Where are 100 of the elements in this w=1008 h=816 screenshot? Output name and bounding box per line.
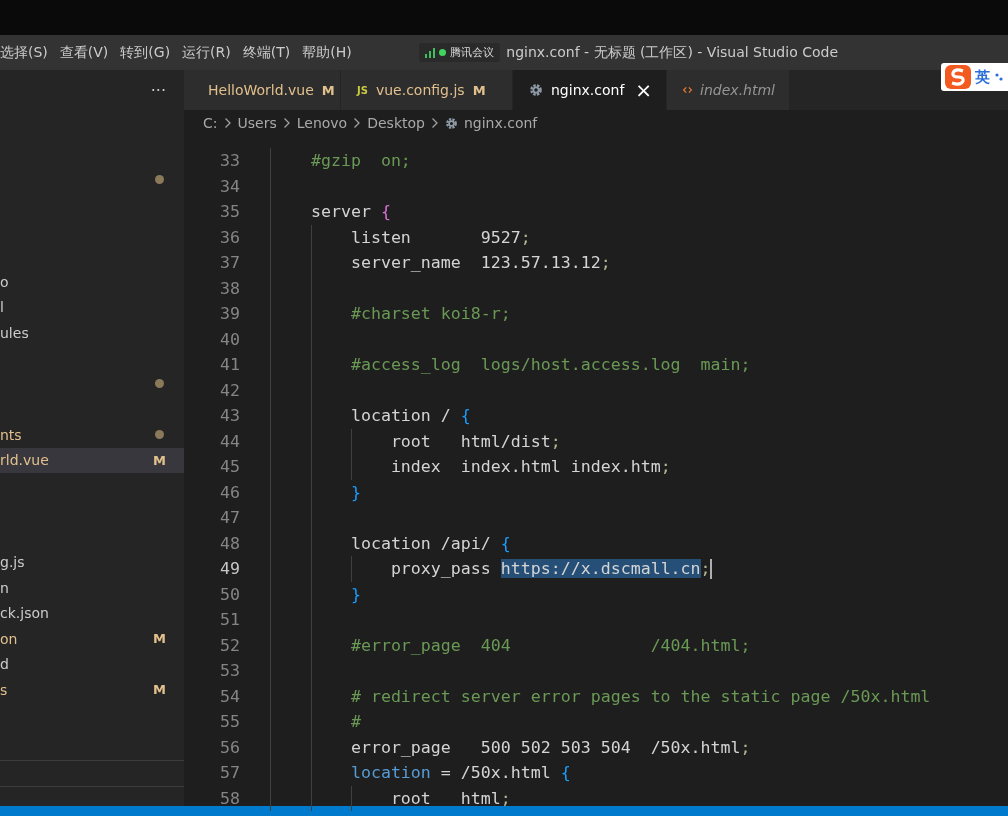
code-line: location = /50x.html {: [349, 763, 571, 783]
line-number: 53: [219, 661, 240, 681]
line-number: 50: [219, 584, 240, 604]
line-number: 33: [219, 151, 240, 171]
line-number: 41: [219, 355, 240, 375]
menu-item[interactable]: 终端(T): [242, 43, 301, 62]
line-number: 48: [219, 533, 240, 553]
menu-item[interactable]: 选择(S): [0, 43, 58, 62]
breadcrumb-item[interactable]: Desktop: [367, 115, 425, 131]
code-line: #error_page 404 /404.html;: [349, 635, 751, 655]
editor-tab[interactable]: index.html: [667, 70, 790, 110]
code-line: index index.html index.htm;: [389, 457, 671, 477]
file-name: d: [0, 656, 9, 673]
file-name: l: [0, 299, 4, 316]
modified-label: M: [153, 631, 166, 647]
file-item[interactable]: rld.vue M: [0, 447, 184, 473]
file-item[interactable]: d: [0, 651, 184, 677]
editor-tab[interactable]: nginx.conf ×: [513, 70, 667, 110]
file-name: ules: [0, 324, 29, 341]
line-number: 45: [219, 457, 240, 477]
file-name: o: [0, 273, 9, 290]
breadcrumb-item[interactable]: Lenovo: [296, 115, 348, 131]
line-number: 38: [219, 278, 240, 298]
status-dot-icon: [439, 49, 447, 56]
gear-icon: [444, 116, 458, 130]
line-number: 42: [219, 380, 240, 400]
chevron-right-icon: [223, 117, 232, 129]
line-number: 58: [219, 788, 240, 808]
file-item[interactable]: on M: [0, 626, 184, 652]
code-line: #gzip on;: [309, 151, 411, 171]
chevron-right-icon: [282, 117, 291, 129]
file-name: ck.json: [0, 605, 49, 622]
menu-item[interactable]: 转到(G): [120, 43, 181, 62]
line-number: 40: [219, 329, 240, 349]
line-number: 39: [219, 304, 240, 324]
code-line: error_page 500 502 503 504 /50x.html;: [349, 737, 751, 757]
code-line: server {: [309, 202, 391, 222]
file-item[interactable]: l: [0, 294, 184, 320]
code-line: # redirect server error pages to the static page /50x.html: [349, 686, 931, 706]
modified-label: M: [153, 452, 166, 468]
code-brackets-icon: [683, 84, 693, 96]
code-line: #: [349, 712, 361, 732]
punctuation-icon: [994, 71, 1004, 83]
file-item[interactable]: g.js: [0, 549, 184, 575]
signal-icon: [425, 47, 436, 58]
code-line: }: [349, 482, 361, 502]
code-line: }: [349, 584, 361, 604]
more-actions-button[interactable]: ···: [146, 80, 170, 100]
code-line: #access_log logs/host.access.log main;: [349, 355, 751, 375]
code-line: root html/dist;: [389, 431, 561, 451]
code-line: listen 9527;: [349, 227, 531, 247]
file-item[interactable]: s M: [0, 677, 184, 703]
line-number: 37: [219, 253, 240, 273]
menu-item[interactable]: 查看(V): [59, 43, 119, 62]
breadcrumb-item[interactable]: nginx.conf: [463, 115, 538, 131]
file-name: rld.vue: [0, 452, 49, 469]
code-line: #charset koi8-r;: [349, 304, 511, 324]
line-number: 46: [219, 482, 240, 502]
s-logo-icon: [945, 65, 971, 89]
line-number: 35: [219, 202, 240, 222]
line-number: 52: [219, 635, 240, 655]
chevron-right-icon: [430, 117, 439, 129]
line-number: 36: [219, 227, 240, 247]
file-item[interactable]: o: [0, 269, 184, 295]
menu-item[interactable]: 运行(R): [182, 43, 241, 62]
code-line: root html;: [389, 788, 511, 808]
editor-tab[interactable]: JS vue.config.js M: [341, 70, 513, 110]
line-number: 49: [219, 559, 240, 579]
modified-label: M: [153, 682, 166, 698]
close-icon[interactable]: ×: [635, 80, 652, 100]
file-item[interactable]: nts: [0, 422, 184, 448]
breadcrumb-item[interactable]: C:: [203, 115, 218, 131]
menu-item[interactable]: 帮助(H): [302, 43, 362, 62]
line-number: 57: [219, 763, 240, 783]
gear-icon: [529, 83, 543, 97]
window-title: nginx.conf - 无标题 (工作区) - Visual Studio Code: [506, 43, 838, 62]
file-name: s: [0, 681, 8, 698]
line-number: 51: [219, 610, 240, 630]
code-line: proxy_pass https://x.dscmall.cn;: [389, 558, 712, 579]
code-line: location / {: [349, 406, 471, 426]
file-item[interactable]: n: [0, 575, 184, 601]
meeting-badge[interactable]: 腾讯会议: [419, 43, 501, 62]
file-name: nts: [0, 426, 22, 443]
file-name: g.js: [0, 554, 25, 571]
editor-tab[interactable]: HelloWorld.vue M: [184, 70, 341, 110]
line-number: 54: [219, 686, 240, 706]
file-item[interactable]: ck.json: [0, 600, 184, 626]
file-item[interactable]: ules: [0, 320, 184, 346]
js-file-icon: JS: [357, 84, 368, 96]
file-name: n: [0, 579, 9, 596]
line-number: 34: [219, 176, 240, 196]
code-line: server_name 123.57.13.12;: [349, 253, 611, 273]
line-number: 55: [219, 712, 240, 732]
breadcrumb-item[interactable]: Users: [237, 115, 277, 131]
file-name: on: [0, 630, 18, 647]
line-number: 44: [219, 431, 240, 451]
ime-toolbar[interactable]: 英: [941, 63, 1008, 91]
code-line: location /api/ {: [349, 533, 511, 553]
line-number: 56: [219, 737, 240, 757]
chevron-right-icon: [353, 117, 362, 129]
